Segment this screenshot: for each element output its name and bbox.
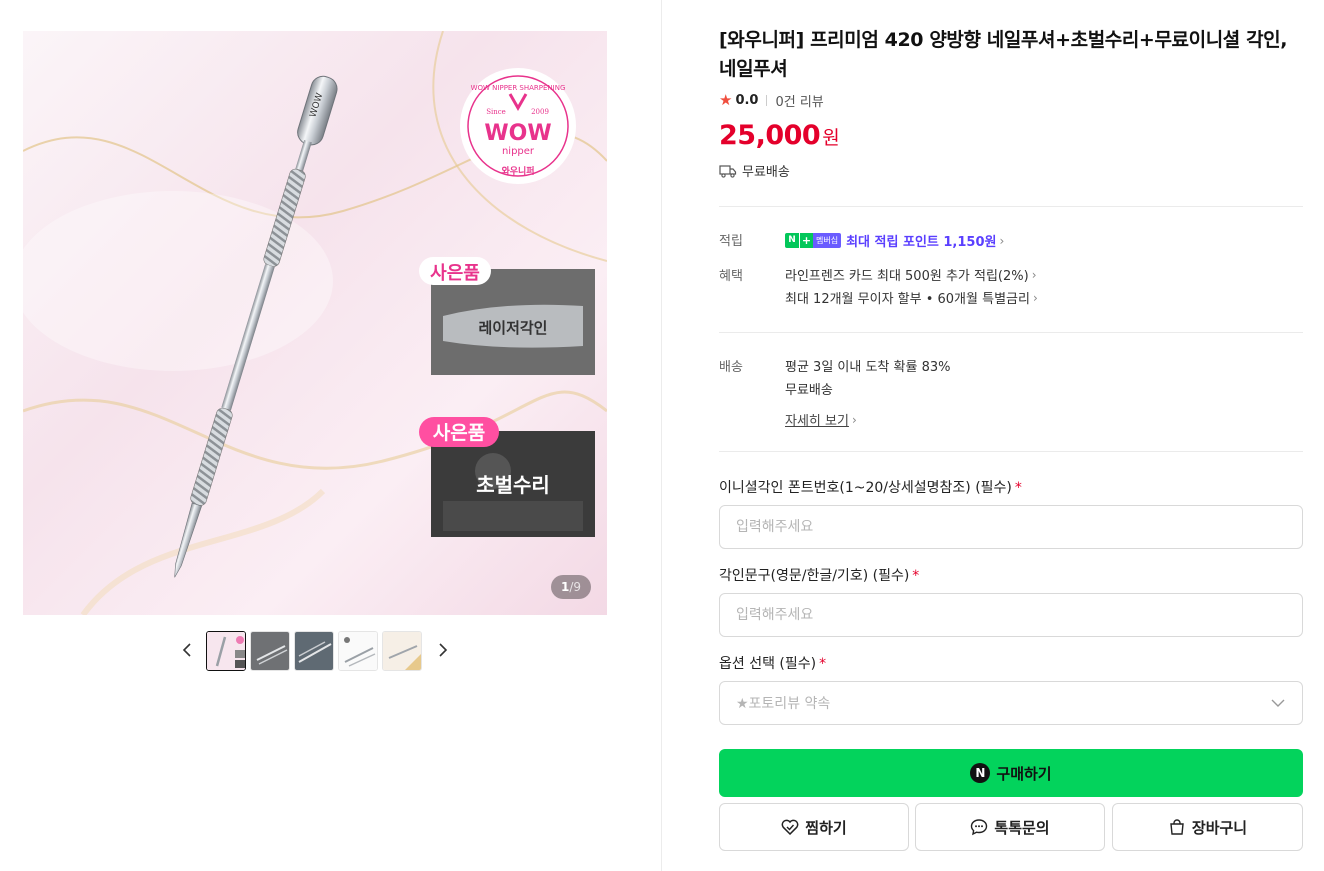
chevron-right-icon: › bbox=[999, 233, 1005, 248]
cart-button[interactable]: 장바구니 bbox=[1112, 803, 1303, 851]
total-pages: /9 bbox=[569, 580, 581, 594]
required-mark: * bbox=[912, 568, 920, 584]
delivery-estimate: 평균 3일 이내 도착 확률 83% bbox=[785, 360, 951, 375]
price: 25,000 원 bbox=[719, 120, 840, 151]
star-icon: ★ bbox=[719, 91, 733, 109]
rating-value: 0.0 bbox=[735, 92, 759, 108]
divider bbox=[719, 451, 1303, 452]
chevron-right-icon: › bbox=[1031, 267, 1037, 282]
chevron-right-icon: › bbox=[1032, 290, 1038, 305]
required-mark: * bbox=[1014, 480, 1022, 496]
buy-button-label: 구매하기 bbox=[996, 764, 1052, 783]
divider bbox=[719, 206, 1303, 207]
delivery-label: 배송 bbox=[719, 360, 743, 375]
divider bbox=[766, 94, 768, 106]
membership-label: 멤버십 bbox=[813, 233, 842, 248]
option-selected-value: ★포토리뷰 약속 bbox=[736, 696, 831, 712]
option-select-dropdown[interactable]: ★포토리뷰 약속 bbox=[719, 681, 1303, 725]
chevron-down-icon bbox=[1271, 699, 1285, 707]
naver-plus-membership-badge: N + 멤버십 bbox=[785, 233, 842, 248]
brand-since-text: Since bbox=[486, 108, 506, 116]
brand-year-text: 2009 bbox=[531, 108, 549, 116]
shipping-badge: 무료배송 bbox=[719, 161, 790, 180]
talktalk-label: 톡톡문의 bbox=[994, 818, 1050, 837]
option-select-label-text: 옵션 선택 (필수) bbox=[719, 656, 817, 672]
perk-installment[interactable]: 최대 12개월 무이자 할부 • 60개월 특별금리 › bbox=[785, 288, 1038, 308]
cart-label: 장바구니 bbox=[1191, 818, 1248, 837]
brand-ring-text: WOW NIPPER SHARPENING bbox=[471, 84, 566, 92]
naver-pay-icon: N bbox=[970, 763, 991, 783]
plus-icon: + bbox=[799, 233, 813, 248]
chevron-left-icon[interactable] bbox=[176, 638, 200, 662]
perks-label: 혜택 bbox=[719, 269, 743, 284]
naver-n-icon: N bbox=[785, 233, 799, 248]
delivery-fee: 무료배송 bbox=[785, 383, 833, 398]
talktalk-inquiry-button[interactable]: 톡톡문의 bbox=[915, 803, 1105, 851]
engraving-text-input[interactable] bbox=[719, 593, 1303, 637]
heart-icon bbox=[781, 819, 799, 835]
gift-caption-2: 초벌수리 bbox=[476, 473, 550, 497]
engraving-font-label: 이니셜각인 폰트번호(1~20/상세설명참조) (필수) * bbox=[719, 477, 1022, 497]
chevron-right-icon: › bbox=[851, 412, 857, 427]
brand-korean-text: 와우니퍼 bbox=[501, 165, 534, 177]
perk-1-text: 라인프렌즈 카드 최대 500원 추가 적립(2%) bbox=[785, 269, 1029, 284]
gift-label-1: 사은품 bbox=[430, 263, 480, 284]
brand-nipper-text: nipper bbox=[502, 146, 535, 157]
gift-initial-repair: 초벌수리 사은품 bbox=[419, 417, 595, 537]
thumbnail-1[interactable] bbox=[206, 631, 246, 671]
detail-link-text: 자세히 보기 bbox=[785, 414, 849, 429]
divider bbox=[719, 332, 1303, 333]
engraving-font-label-text: 이니셜각인 폰트번호(1~20/상세설명참조) (필수) bbox=[719, 480, 1012, 496]
perk-2-text: 최대 12개월 무이자 할부 • 60개월 특별금리 bbox=[785, 292, 1030, 307]
product-gallery: WOW WOW NIPPER SHARPENING Since 2009 WOW… bbox=[0, 0, 662, 871]
price-currency: 원 bbox=[822, 127, 840, 149]
engraving-text-label: 각인문구(영문/한글/기호) (필수) * bbox=[719, 565, 919, 585]
chat-bubble-icon bbox=[971, 819, 988, 836]
review-count: 0건 리뷰 bbox=[775, 94, 824, 110]
delivery-detail-link[interactable]: 자세히 보기 › bbox=[785, 410, 857, 430]
required-mark: * bbox=[819, 656, 827, 672]
engraving-text-label-text: 각인문구(영문/한글/기호) (필수) bbox=[719, 568, 910, 584]
wishlist-label: 찜하기 bbox=[805, 818, 847, 837]
image-page-counter: 1/9 bbox=[550, 575, 591, 599]
truck-icon bbox=[719, 164, 737, 178]
shopping-bag-icon bbox=[1170, 819, 1184, 835]
product-title: [와우니퍼] 프리미엄 420 양방향 네일푸셔+초벌수리+무료이니셜 각인, … bbox=[719, 29, 1288, 80]
thumbnail-5[interactable] bbox=[382, 631, 422, 671]
wishlist-button[interactable]: 찜하기 bbox=[719, 803, 909, 851]
buy-button[interactable]: N 구매하기 bbox=[719, 749, 1303, 797]
points-row[interactable]: N + 멤버십 최대 적립 포인트 1,150원 › bbox=[785, 231, 1004, 250]
shipping-badge-label: 무료배송 bbox=[742, 165, 790, 180]
points-text: 최대 적립 포인트 1,150원 bbox=[846, 235, 997, 250]
brand-wow-text: WOW bbox=[484, 121, 551, 146]
thumbnail-4[interactable] bbox=[338, 631, 378, 671]
thumbnail-3[interactable] bbox=[294, 631, 334, 671]
thumbnail-2[interactable] bbox=[250, 631, 290, 671]
product-photo: WOW WOW NIPPER SHARPENING Since 2009 WOW… bbox=[23, 31, 607, 615]
points-label: 적립 bbox=[719, 234, 743, 249]
main-product-image[interactable]: WOW WOW NIPPER SHARPENING Since 2009 WOW… bbox=[23, 31, 607, 615]
price-value: 25,000 bbox=[719, 120, 821, 151]
perk-card-points[interactable]: 라인프렌즈 카드 최대 500원 추가 적립(2%) › bbox=[785, 265, 1037, 285]
engraving-font-input[interactable] bbox=[719, 505, 1303, 549]
gift-label-2: 사은품 bbox=[433, 422, 485, 444]
chevron-right-icon[interactable] bbox=[430, 638, 454, 662]
gift-caption-1: 레이저각인 bbox=[478, 319, 547, 337]
rating-summary[interactable]: ★ 0.0 0건 리뷰 bbox=[719, 90, 824, 110]
gift-laser-engraving: 레이저각인 사은품 bbox=[419, 257, 595, 375]
option-select-label: 옵션 선택 (필수) * bbox=[719, 653, 826, 673]
thumbnail-strip bbox=[0, 630, 662, 672]
